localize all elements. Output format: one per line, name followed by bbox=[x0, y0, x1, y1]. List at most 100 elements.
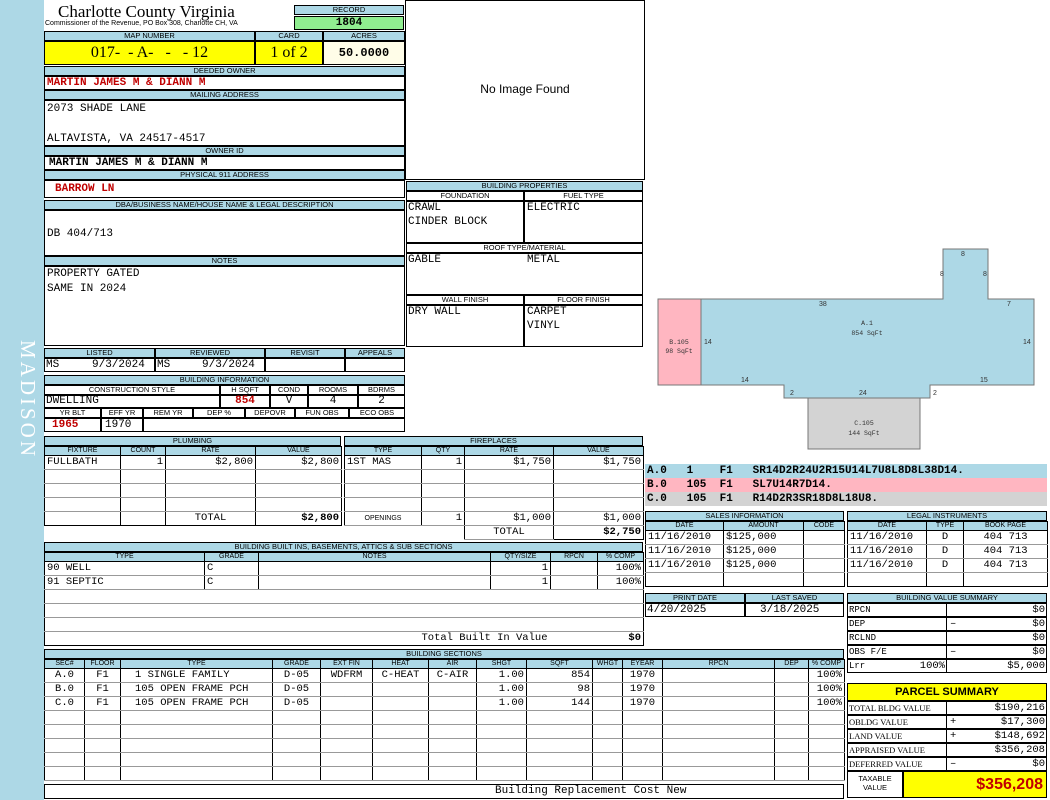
table-row bbox=[344, 469, 644, 484]
dim-label: 38 bbox=[819, 301, 827, 308]
cell: 1.00 bbox=[476, 696, 527, 711]
cell bbox=[44, 724, 85, 739]
cell bbox=[662, 696, 775, 711]
parcel-label: OBLDG VALUE bbox=[849, 717, 908, 727]
listed-by: MS bbox=[46, 359, 60, 371]
notes-label: NOTES bbox=[44, 256, 405, 266]
sketch-legend-b: B.0 105 F1 SL7U14R7D14. bbox=[645, 478, 1047, 492]
dim-label: 2 bbox=[933, 390, 937, 397]
cell: F1 bbox=[84, 668, 121, 683]
cell bbox=[464, 483, 554, 498]
cell: 90 WELL bbox=[44, 561, 205, 576]
remyr-label: REM YR bbox=[143, 408, 193, 418]
record-label: RECORD bbox=[294, 5, 404, 15]
table-row bbox=[44, 497, 342, 512]
plumbing-col-count: COUNT bbox=[120, 446, 166, 456]
cell: D-05 bbox=[272, 668, 321, 683]
legal-label: LEGAL INSTRUMENTS bbox=[847, 511, 1047, 521]
parcel-summary-title: PARCEL SUMMARY bbox=[847, 683, 1047, 701]
table-row bbox=[44, 589, 644, 604]
cell bbox=[428, 696, 477, 711]
cell: 11/16/2010 bbox=[847, 558, 927, 573]
sketch-b-area: 98 SqFt bbox=[665, 348, 692, 355]
cell bbox=[662, 724, 775, 739]
appeals-label: APPEALS bbox=[345, 348, 405, 358]
foundation-1: CRAWL bbox=[408, 202, 442, 214]
builtins-col-type: TYPE bbox=[44, 552, 205, 562]
cell: B.0 bbox=[44, 682, 85, 697]
cell bbox=[774, 766, 809, 781]
parcel-divider bbox=[946, 701, 947, 715]
bvs-divider bbox=[946, 603, 947, 617]
cell bbox=[84, 738, 121, 753]
cell bbox=[272, 724, 321, 739]
cell bbox=[344, 483, 422, 498]
cell bbox=[808, 724, 845, 739]
cell bbox=[344, 469, 422, 484]
cell: 11/16/2010 bbox=[645, 544, 724, 559]
bvs-divider bbox=[946, 617, 947, 631]
cell bbox=[84, 710, 121, 725]
cell: 1 bbox=[120, 455, 166, 470]
county-title: Charlotte County Virginia bbox=[58, 2, 235, 21]
cell: $1,750 bbox=[553, 455, 644, 470]
parcel-label: TOTAL BLDG VALUE bbox=[849, 703, 931, 713]
cell bbox=[662, 752, 775, 767]
dim-label: 14 bbox=[1023, 339, 1031, 346]
dim-label: 24 bbox=[859, 390, 867, 397]
table-row bbox=[44, 469, 342, 484]
cell bbox=[120, 738, 273, 753]
deeded-owner-value: MARTIN JAMES M & DIANN M bbox=[44, 76, 405, 90]
cell: 100% bbox=[597, 575, 644, 590]
cell: 404 713 bbox=[963, 530, 1048, 545]
fireplaces-table: TYPE QTY RATE VALUE 1ST MAS 1 $1,750 $1,750… bbox=[344, 446, 644, 540]
cell: A.0 bbox=[44, 668, 85, 683]
cell: 1 bbox=[490, 575, 551, 590]
district-label: MADISON bbox=[16, 340, 40, 460]
taxable-value: $356,208 bbox=[903, 771, 1047, 798]
cell bbox=[803, 544, 845, 559]
fireplace-total: $2,750 bbox=[553, 525, 644, 540]
cell bbox=[550, 561, 598, 576]
cell: FULLBATH bbox=[44, 455, 121, 470]
appeals-box bbox=[345, 358, 405, 372]
plumbing-col-value: VALUE bbox=[255, 446, 342, 456]
roof-box bbox=[406, 253, 643, 295]
builtins-label: BUILDING BUILT INS, BASEMENTS, ATTICS & … bbox=[44, 542, 643, 552]
cell bbox=[272, 766, 321, 781]
cell bbox=[592, 682, 623, 697]
cell bbox=[44, 497, 121, 512]
notes-line-1: PROPERTY GATED bbox=[47, 268, 140, 280]
bvs-value: $5,000 bbox=[1007, 660, 1045, 672]
cell bbox=[120, 724, 273, 739]
cell bbox=[421, 469, 465, 484]
fireplace-col-rate: RATE bbox=[464, 446, 554, 456]
legal-col-date: DATE bbox=[847, 521, 927, 531]
hsqft-label: H SQFT bbox=[220, 385, 270, 395]
table-row: 90 WELL C 1 100% bbox=[44, 561, 644, 576]
last-saved: 3/18/2025 bbox=[760, 604, 820, 616]
openings-rate: $1,000 bbox=[464, 511, 554, 526]
sales-col-amount: AMOUNT bbox=[723, 521, 804, 531]
cell bbox=[774, 668, 809, 683]
mailing-line-1: 2073 SHADE LANE bbox=[47, 103, 147, 115]
bvs-divider bbox=[946, 659, 947, 673]
cell bbox=[592, 766, 623, 781]
sections-footer: Building Replacement Cost New bbox=[495, 785, 687, 797]
table-row bbox=[645, 572, 845, 587]
cell bbox=[272, 752, 321, 767]
bvs-label: OBS F/E bbox=[849, 647, 887, 657]
cell bbox=[847, 572, 927, 587]
fireplace-col-type: TYPE bbox=[344, 446, 422, 456]
cell bbox=[44, 738, 85, 753]
cell bbox=[255, 483, 342, 498]
table-row bbox=[44, 724, 845, 739]
cell: 100% bbox=[808, 696, 845, 711]
floor-finish-1: CARPET bbox=[527, 306, 567, 318]
sales-col-code: CODE bbox=[803, 521, 845, 531]
cell bbox=[476, 738, 527, 753]
cell bbox=[320, 724, 373, 739]
cell bbox=[592, 752, 623, 767]
parcel-divider bbox=[946, 743, 947, 757]
cell bbox=[526, 724, 593, 739]
